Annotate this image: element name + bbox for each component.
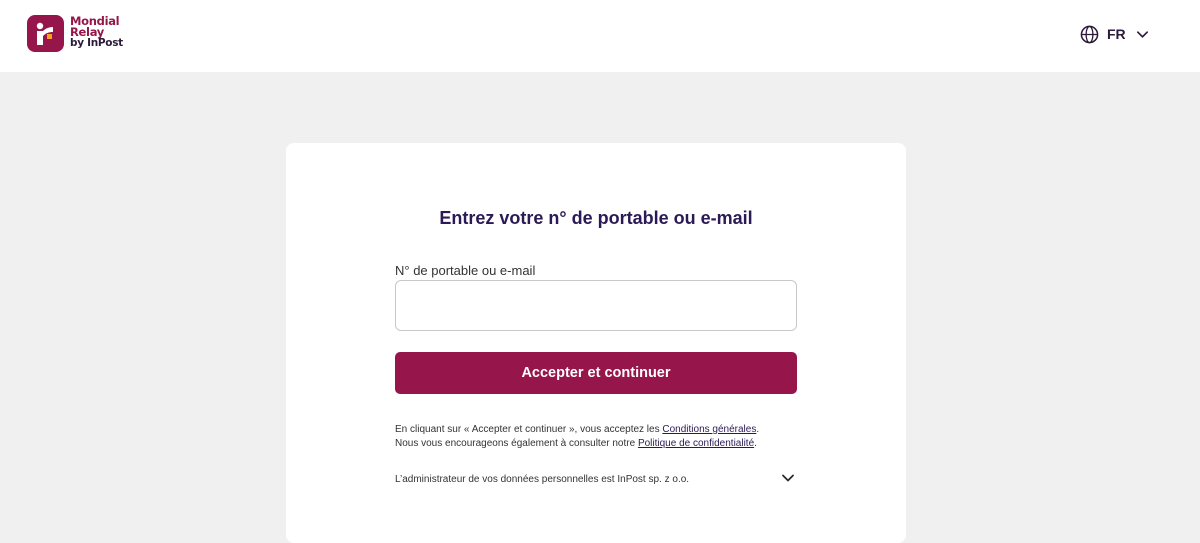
top-header: Mondial Relay by InPost FR	[0, 0, 1200, 72]
contact-field-label: N° de portable ou e-mail	[395, 263, 536, 278]
privacy-policy-link[interactable]: Politique de confidentialité	[638, 438, 754, 449]
legal-line-terms: En cliquant sur « Accepter et continuer …	[395, 423, 815, 437]
login-card: Entrez votre n° de portable ou e-mail N°…	[286, 143, 906, 543]
logo-mark-icon	[27, 15, 64, 52]
logo-line-inpost: by InPost	[70, 37, 123, 49]
chevron-down-icon[interactable]	[781, 471, 795, 485]
data-admin-disclosure[interactable]: L’administrateur de vos données personne…	[395, 469, 797, 487]
legal-notice: En cliquant sur « Accepter et continuer …	[395, 423, 815, 451]
terms-link[interactable]: Conditions générales	[662, 424, 756, 435]
page-title: Entrez votre n° de portable ou e-mail	[439, 208, 753, 228]
phone-or-email-input[interactable]	[395, 280, 797, 331]
accept-and-continue-button[interactable]: Accepter et continuer	[395, 352, 797, 394]
logo-wordmark: Mondial Relay by InPost	[70, 15, 123, 49]
mondial-relay-logo[interactable]: Mondial Relay by InPost	[27, 15, 123, 52]
globe-icon	[1080, 25, 1099, 43]
legal-line-privacy: Nous vous encourageons également à consu…	[395, 437, 815, 451]
language-selector[interactable]: FR	[1080, 23, 1149, 45]
chevron-down-icon	[1136, 30, 1148, 38]
language-code: FR	[1107, 26, 1126, 42]
legal-terms-suffix: .	[756, 424, 760, 435]
data-admin-text: L’administrateur de vos données personne…	[395, 474, 690, 485]
legal-privacy-suffix: .	[754, 438, 757, 449]
legal-privacy-prefix: Nous vous encourageons également à consu…	[395, 438, 638, 449]
legal-terms-prefix: En cliquant sur « Accepter et continuer …	[395, 424, 663, 435]
